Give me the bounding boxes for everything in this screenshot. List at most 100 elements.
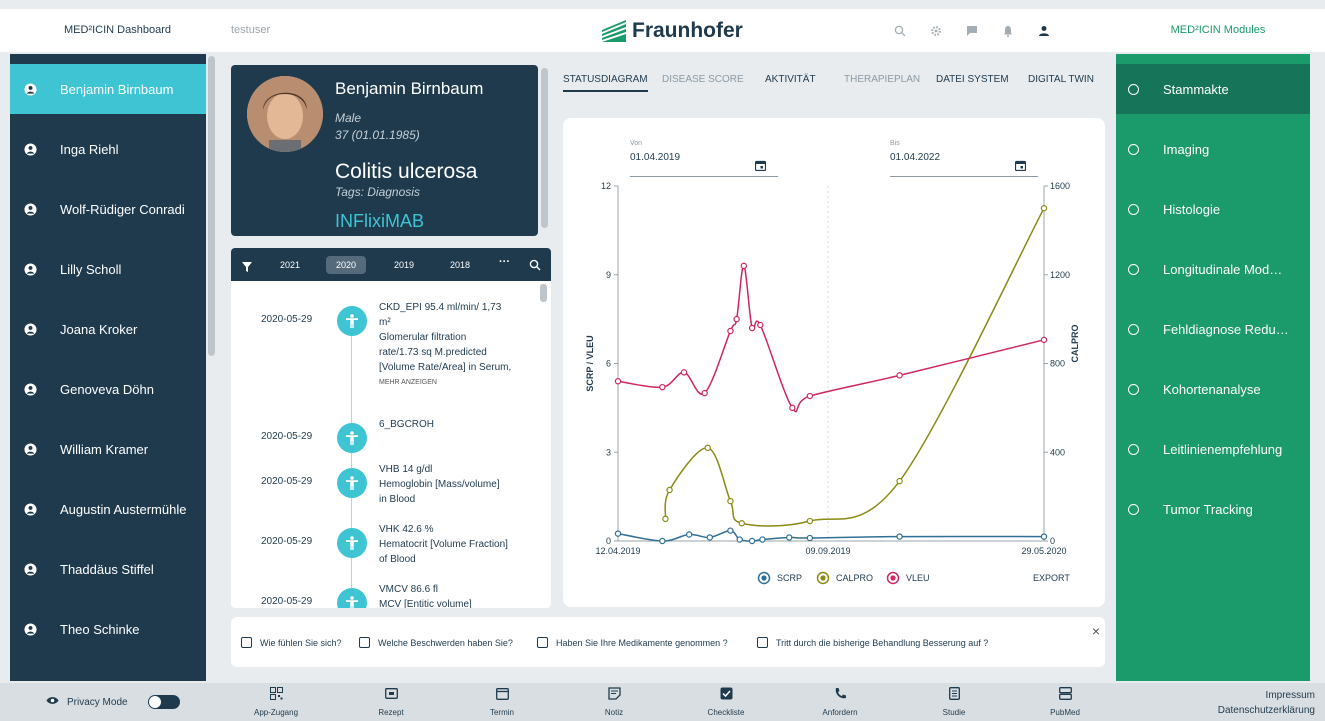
timeline-scrollbar[interactable] [540,284,547,302]
data-point-calpro[interactable] [806,517,814,525]
bottom-nav-item[interactable]: Termin [472,683,532,721]
module-item[interactable]: Longitudinale Modell... [1116,244,1310,294]
patient-item[interactable]: William Kramer [10,424,206,474]
data-point-vleu[interactable] [701,389,708,397]
dashboard-title[interactable]: MED²ICIN Dashboard [30,9,205,52]
bottom-nav-item[interactable]: Rezept [361,683,421,721]
privacy-toggle[interactable] [147,695,180,709]
question-1[interactable]: Wie fühlen Sie sich? [241,637,342,648]
year-2021[interactable]: 2021 [270,256,310,274]
data-point-calpro[interactable] [896,477,903,485]
checkbox[interactable] [757,637,768,648]
data-point-scrp[interactable] [727,527,734,534]
checkbox[interactable] [241,637,252,648]
bottom-nav-item[interactable]: Checkliste [696,683,756,721]
question-2[interactable]: Welche Beschwerden haben Sie? [359,637,513,648]
data-point-calpro[interactable] [727,497,734,505]
patient-card-scrollbar[interactable] [541,68,548,228]
module-item[interactable]: Histologie [1116,184,1310,234]
tab-item[interactable]: THERAPIEPLAN [844,74,920,85]
patient-drug[interactable]: INFlixiMAB [335,211,424,232]
tab-item[interactable]: DATEI SYSTEM [936,74,1009,85]
patient-list-scrollbar[interactable] [208,56,215,356]
tab-item[interactable]: DISEASE SCORE [662,74,744,85]
data-point-scrp[interactable] [786,534,793,541]
checkbox[interactable] [537,637,548,648]
data-point-vleu[interactable] [680,369,688,376]
search-icon[interactable] [529,258,541,276]
year-2018[interactable]: 2018 [440,256,480,274]
data-point-scrp[interactable] [896,533,903,540]
show-more-link[interactable]: MEHR ANZEIGEN [379,375,519,390]
bottom-nav-item[interactable]: Anfordern [810,683,870,721]
data-point-vleu[interactable] [896,372,903,379]
export-button[interactable]: EXPORT [1033,573,1070,583]
filter-icon[interactable] [242,259,252,277]
tab-item[interactable]: AKTIVITÄT [765,74,816,85]
gear-icon[interactable] [928,25,944,37]
modules-title[interactable]: MED²ICIN Modules [1118,9,1318,52]
data-point-vleu[interactable] [806,392,814,400]
data-point-vleu[interactable] [1040,336,1048,344]
datenschutz-link[interactable]: Datenschutzerklärung [1218,703,1315,718]
data-point-scrp[interactable] [614,530,622,537]
bell-icon[interactable] [1000,25,1016,37]
data-point-scrp[interactable] [685,531,693,538]
patient-item[interactable]: Augustin Austermühle [10,484,206,534]
legend-item[interactable]: VLEU [886,571,930,585]
module-item[interactable]: Imaging [1116,124,1310,174]
question-4[interactable]: Tritt durch die bisherige Behandlung Bes… [757,637,988,648]
data-point-calpro[interactable] [666,486,673,494]
data-point-scrp[interactable] [736,536,743,543]
data-point-vleu[interactable] [757,321,764,329]
bottom-nav-item[interactable]: Notiz [584,683,644,721]
data-point-calpro[interactable] [738,520,745,527]
data-point-vleu[interactable] [614,378,622,385]
more-years-icon[interactable]: ··· [499,256,510,268]
module-item[interactable]: Kohortenanalyse [1116,364,1310,414]
data-point-scrp[interactable] [1040,533,1048,540]
data-point-vleu[interactable] [740,262,748,270]
data-point-scrp[interactable] [706,534,714,541]
legend-item[interactable]: SCRP [757,571,803,585]
legend-item[interactable]: CALPRO [816,571,874,585]
search-icon[interactable] [892,25,908,37]
user-icon[interactable] [1036,25,1052,37]
patient-item[interactable]: Thaddäus Stiffel [10,544,206,594]
bottom-nav-item[interactable]: PubMed [1035,683,1095,721]
bottom-nav-item[interactable]: App-Zugang [246,683,306,721]
data-point-calpro[interactable] [662,515,669,523]
data-point-vleu[interactable] [748,324,756,332]
data-point-scrp[interactable] [659,537,666,545]
series-line-calpro[interactable] [664,207,1045,527]
data-point-vleu[interactable] [659,383,666,391]
tab-item[interactable]: STATUSDIAGRAM [563,74,648,92]
module-item[interactable]: Leitlinienempfehlung [1116,424,1310,474]
data-point-vleu[interactable] [789,404,796,412]
data-point-scrp[interactable] [806,534,814,542]
bottom-nav-item[interactable]: Studie [924,683,984,721]
data-point-scrp[interactable] [759,536,766,543]
impressum-link[interactable]: Impressum [1218,688,1315,703]
data-point-scrp[interactable] [748,537,756,545]
series-line-vleu[interactable] [617,265,1045,413]
checkbox[interactable] [359,637,370,648]
module-item[interactable]: Stammakte [1116,64,1310,114]
data-point-calpro[interactable] [704,444,711,452]
status-line-chart[interactable]: 0 3 6 9 12 0 400 800 1200 1600 12.04.2019 09.09.201… [563,118,1105,607]
privacy-mode[interactable]: Privacy Mode [46,683,180,721]
close-icon[interactable]: × [1092,623,1100,639]
patient-item[interactable]: Joana Kroker [10,304,206,354]
patient-item[interactable]: Lilly Scholl [10,244,206,294]
data-point-vleu[interactable] [727,327,734,335]
chat-icon[interactable] [964,25,980,37]
series-line-scrp[interactable] [617,529,1045,542]
patient-item[interactable]: Theo Schinke [10,604,206,654]
question-3[interactable]: Haben Sie Ihre Medikamente genommen ? [537,637,728,648]
data-point-vleu[interactable] [733,315,740,323]
patient-item[interactable]: Benjamin Birnbaum [10,64,206,114]
tab-item[interactable]: DIGITAL TWIN [1028,74,1094,85]
module-item[interactable]: Tumor Tracking [1116,484,1310,534]
year-2019[interactable]: 2019 [384,256,424,274]
patient-item[interactable]: Wolf-Rüdiger Conradi [10,184,206,234]
